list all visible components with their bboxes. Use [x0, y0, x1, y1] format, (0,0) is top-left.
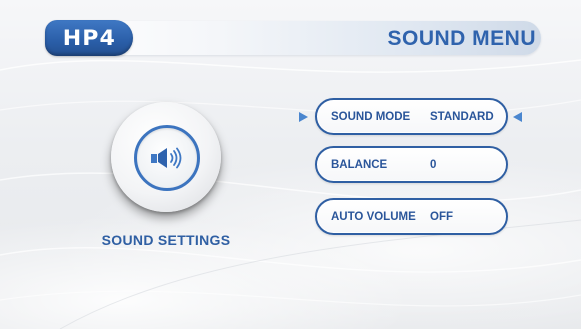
speaker-volume-icon — [151, 147, 182, 169]
speaker-icon-ring — [134, 125, 200, 191]
menu-item-label: SOUND MODE — [331, 110, 411, 123]
selection-arrow-right-icon — [299, 112, 308, 122]
menu-item-label: AUTO VOLUME — [331, 210, 416, 223]
menu-item-balance[interactable]: BALANCE 0 — [315, 146, 508, 183]
selection-arrow-left-icon — [513, 112, 522, 122]
sound-settings-button[interactable] — [111, 102, 221, 212]
logo-text: HP4 — [62, 26, 116, 50]
page-title: SOUND MENU — [387, 27, 536, 50]
menu-item-auto-volume[interactable]: AUTO VOLUME OFF — [315, 198, 508, 235]
logo-badge: HP4 — [45, 20, 133, 56]
menu-item-value: STANDARD — [430, 110, 494, 123]
menu-item-value: 0 — [430, 158, 437, 171]
menu-item-value: OFF — [430, 210, 453, 223]
menu-item-sound-mode[interactable]: SOUND MODE STANDARD — [315, 98, 508, 135]
menu-item-label: BALANCE — [331, 158, 388, 171]
sound-settings-label: SOUND SETTINGS — [101, 232, 231, 248]
